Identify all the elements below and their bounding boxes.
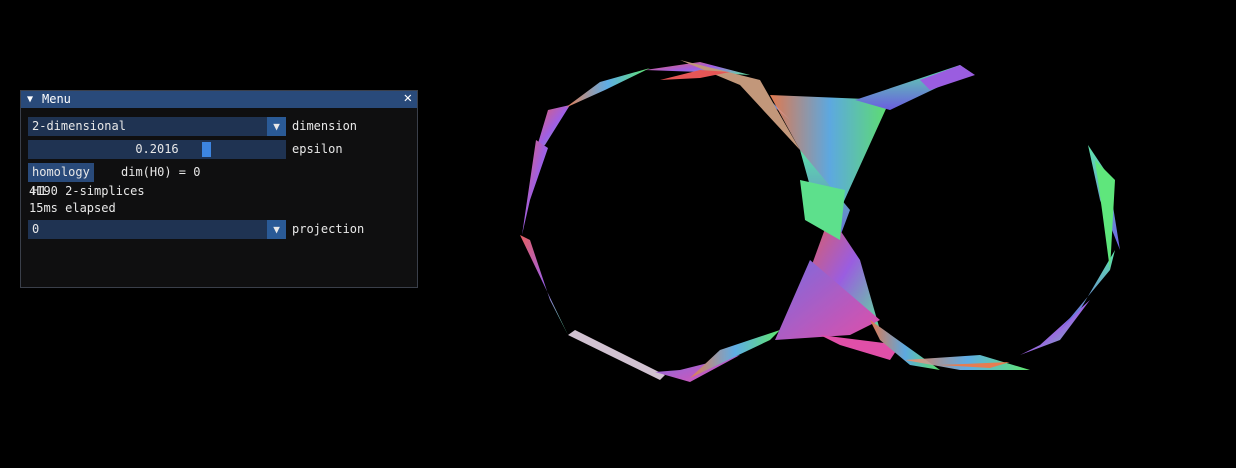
homology-result: dim(H0) = 0 xyxy=(121,165,201,179)
projection-value: 0 xyxy=(32,222,40,236)
projection-combo[interactable]: 0 ▼ xyxy=(28,220,286,239)
simplices-bridge xyxy=(770,65,975,370)
simplices-count: 4190 2-simplices xyxy=(29,184,145,198)
epsilon-slider[interactable]: 0.2016 xyxy=(28,140,286,159)
projection-label: projection xyxy=(292,222,365,236)
window-title: Menu xyxy=(42,92,71,106)
menu-title-bar[interactable]: ▼ Menu ✕ xyxy=(21,90,417,108)
epsilon-slider-grab[interactable] xyxy=(202,142,211,157)
dimension-combo[interactable]: 2-dimensional ▼ xyxy=(28,117,286,136)
simplices-left-loop xyxy=(520,60,800,382)
simplices-right-loop xyxy=(905,145,1120,370)
chevron-down-icon[interactable]: ▼ xyxy=(267,117,286,136)
dimension-label: dimension xyxy=(292,119,358,133)
homology-button[interactable]: homology H1 xyxy=(28,163,94,198)
close-icon[interactable]: ✕ xyxy=(404,90,412,107)
dimension-value: 2-dimensional xyxy=(32,119,126,133)
epsilon-value: 0.2016 xyxy=(135,142,179,156)
chevron-down-icon[interactable]: ▼ xyxy=(267,220,286,239)
elapsed-time: 15ms elapsed xyxy=(29,201,116,215)
menu-window[interactable]: ▼ Menu ✕ 2-dimensional ▼ dimension 0.201… xyxy=(20,90,418,288)
epsilon-label: epsilon xyxy=(292,142,343,156)
collapse-arrow-icon[interactable]: ▼ xyxy=(27,91,33,108)
